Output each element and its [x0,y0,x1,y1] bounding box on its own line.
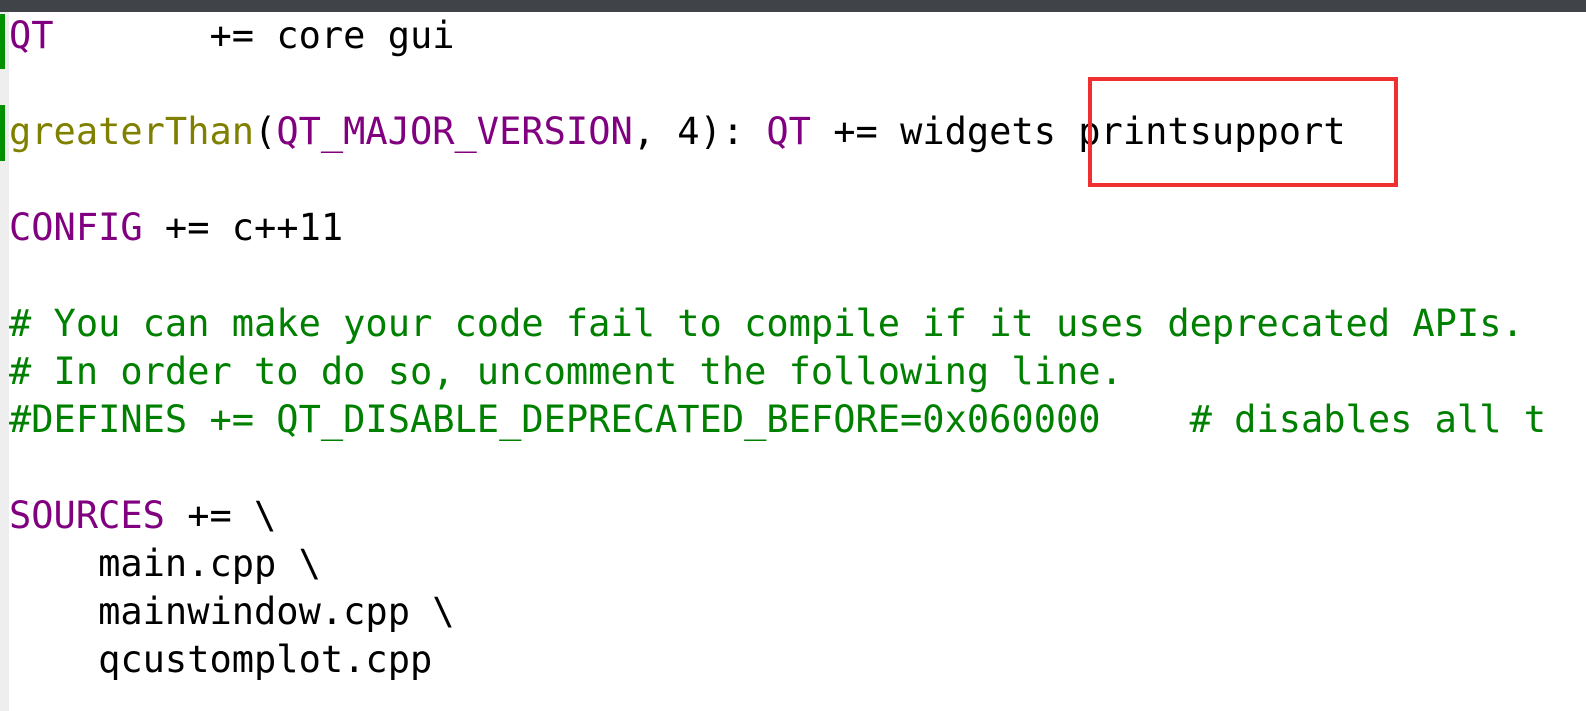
change-marker-2 [0,105,5,161]
line-mainwindow-cpp[interactable]: mainwindow.cpp \ [9,588,1546,636]
window-top-bar [0,0,1586,12]
token-variable: SOURCES [9,494,165,537]
line-blank-4[interactable] [9,444,1546,492]
change-marker-1 [0,14,5,69]
token-plain: += widgets printsupport [810,110,1346,153]
token-variable: CONFIG [9,206,143,249]
line-comment-1[interactable]: # You can make your code fail to compile… [9,300,1546,348]
token-variable: QT [766,110,811,153]
token-plain: main.cpp \ [9,542,321,585]
token-plain: += \ [164,494,277,537]
line-qcustomplot-cpp[interactable]: qcustomplot.cpp [9,636,1546,684]
line-main-cpp[interactable]: main.cpp \ [9,540,1546,588]
token-comment: # You can make your code fail to compile… [9,302,1524,345]
token-comment: # In order to do so, uncomment the follo… [9,350,1123,393]
line-defines[interactable]: #DEFINES += QT_DISABLE_DEPRECATED_BEFORE… [9,396,1546,444]
token-variable: QT [9,14,54,57]
line-comment-2[interactable]: # In order to do so, uncomment the follo… [9,348,1546,396]
line-sources[interactable]: SOURCES += \ [9,492,1546,540]
editor-screenshot: QT += core gui greaterThan(QT_MAJOR_VERSI… [0,0,1586,711]
token-plain: qcustomplot.cpp [9,638,433,681]
line-blank-3[interactable] [9,252,1546,300]
token-comment: #DEFINES += QT_DISABLE_DEPRECATED_BEFORE… [9,398,1547,441]
line-qt[interactable]: QT += core gui [9,12,1546,60]
token-plain: += core gui [53,14,455,57]
token-plain: , 4): [632,110,767,153]
line-greaterthan[interactable]: greaterThan(QT_MAJOR_VERSION, 4): QT += … [9,108,1546,156]
token-function: greaterThan [9,110,255,153]
token-plain: mainwindow.cpp \ [9,590,455,633]
token-plain: ( [254,110,277,153]
code-editing-area[interactable]: QT += core gui greaterThan(QT_MAJOR_VERSI… [9,12,1586,711]
line-config[interactable]: CONFIG += c++11 [9,204,1546,252]
editor-gutter[interactable] [0,12,9,711]
token-plain: += c++11 [142,206,344,249]
code-lines[interactable]: QT += core gui greaterThan(QT_MAJOR_VERSI… [9,12,1546,684]
line-blank-1[interactable] [9,60,1546,108]
line-blank-2[interactable] [9,156,1546,204]
token-variable: QT_MAJOR_VERSION [276,110,633,153]
